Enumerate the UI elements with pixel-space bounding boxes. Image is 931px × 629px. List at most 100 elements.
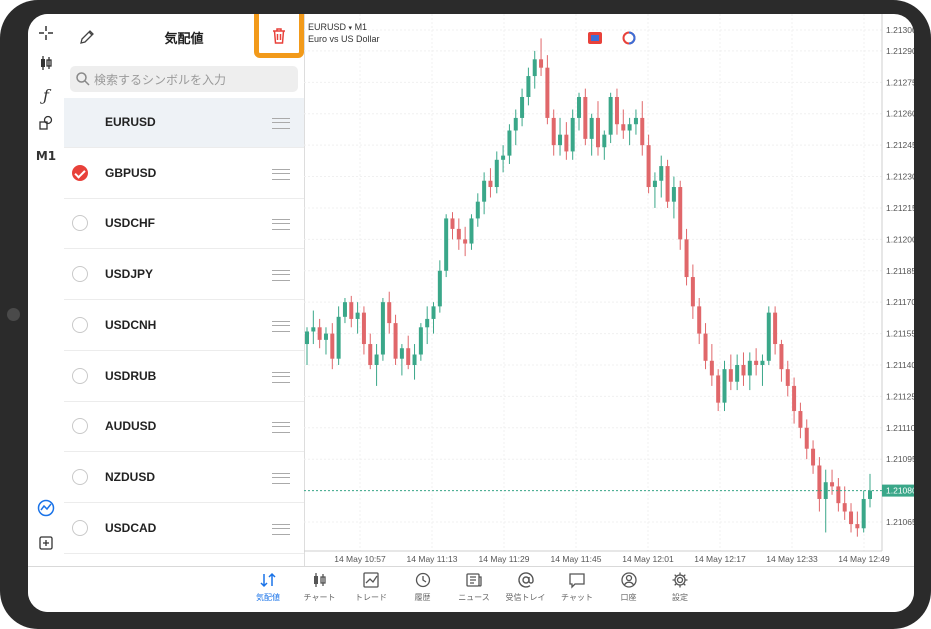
drag-handle-icon[interactable]	[272, 422, 290, 434]
mail-icon	[517, 572, 534, 588]
candle-body	[323, 333, 328, 340]
candle-body	[456, 228, 461, 240]
candlestick-icon[interactable]	[34, 55, 58, 77]
timeframe-button[interactable]: M1	[34, 145, 58, 167]
nav-item-mail[interactable]: 受信トレイ	[500, 571, 552, 603]
symbol-checkbox[interactable]	[72, 266, 88, 283]
candle-body	[811, 448, 816, 466]
nav-item-trade[interactable]: トレード	[345, 571, 397, 603]
candle-body	[621, 124, 626, 131]
candle-body	[735, 364, 740, 382]
nav-label: 履歴	[414, 593, 431, 602]
price-chart[interactable]: 1.21300 1.21290 1.21275 1.21260 1.21245 1.212…	[304, 14, 914, 566]
symbol-checkbox[interactable]	[72, 164, 88, 181]
nav-item-history[interactable]: 履歴	[397, 571, 449, 603]
symbol-row[interactable]: USDCAD	[64, 504, 304, 554]
drag-handle-icon[interactable]	[272, 320, 290, 332]
candle-body	[836, 486, 841, 504]
symbol-checkbox[interactable]	[72, 316, 88, 333]
candle-body	[336, 316, 341, 359]
symbol-row[interactable]: USDCHF	[64, 199, 304, 250]
drag-handle-icon[interactable]	[272, 371, 290, 383]
symbol-row[interactable]: AUDUSD	[64, 402, 304, 453]
one-click-trading-icon[interactable]	[588, 32, 602, 44]
nav-label: 気配値	[256, 593, 280, 602]
candle-body	[728, 369, 733, 382]
symbol-row[interactable]: USDCNH	[64, 301, 304, 351]
symbol-row[interactable]: EURUSD	[64, 98, 304, 148]
drag-handle-icon[interactable]	[272, 270, 290, 282]
drag-handle-icon[interactable]	[272, 168, 290, 180]
nav-item-news[interactable]: ニュース	[448, 571, 500, 603]
candle-body	[387, 302, 392, 324]
nav-label: トレード	[355, 593, 387, 602]
symbol-checkbox[interactable]	[72, 367, 88, 384]
candle-body	[507, 130, 512, 156]
candle-body	[595, 117, 600, 148]
symbol-checkbox[interactable]	[72, 215, 88, 232]
watchlist-header: 気配値	[64, 14, 304, 62]
time-tick-label: 14 May 12:01	[622, 554, 674, 564]
symbol-checkbox[interactable]	[72, 519, 88, 536]
indicator-icon[interactable]: ƒ	[34, 85, 58, 107]
candle-body	[766, 312, 771, 361]
nav-item-chart[interactable]: チャート	[294, 571, 346, 603]
symbol-row[interactable]: GBPUSD	[64, 149, 304, 199]
symbol-row[interactable]: USDJPY	[64, 250, 304, 301]
crosshair-icon[interactable]	[34, 25, 58, 47]
candle-body	[526, 76, 531, 97]
symbol-checkbox[interactable]	[72, 418, 88, 435]
candle-body	[393, 323, 398, 359]
signal-icon[interactable]	[622, 31, 636, 45]
trash-icon[interactable]	[271, 27, 287, 45]
drag-handle-icon[interactable]	[272, 118, 290, 129]
nav-item-chat[interactable]: チャット	[551, 571, 603, 603]
candle-body	[659, 166, 664, 181]
search-icon	[76, 72, 90, 86]
candle-body	[817, 465, 822, 499]
bottom-navigation: 気配値 チャート トレード 履歴 ニュース 受信トレイ チャット 口座 設定	[28, 566, 914, 612]
symbol-row[interactable]: NZDUSD	[64, 453, 304, 503]
candle-body	[589, 117, 594, 139]
search-input[interactable]: 検索するシンボルを入力	[70, 66, 298, 92]
symbol-name: NZDUSD	[105, 469, 155, 484]
nav-label: チャート	[303, 593, 336, 602]
chart-logo-icon[interactable]	[34, 499, 58, 521]
candle-body	[450, 218, 455, 229]
candle-body	[583, 96, 588, 139]
candle-body	[482, 180, 487, 202]
candle-body	[665, 166, 670, 202]
symbol-name: USDJPY	[105, 267, 154, 282]
time-tick-label: 14 May 11:29	[479, 554, 530, 564]
add-window-icon[interactable]	[34, 535, 58, 557]
watchlist-panel: 気配値 検索するシンボルを入力 EURUSD GBPUSD USDCHF USDJPY…	[64, 14, 305, 566]
candle-body	[690, 277, 695, 307]
nav-item-account[interactable]: 口座	[603, 571, 655, 603]
candle-body	[849, 511, 854, 525]
symbol-checkbox[interactable]	[72, 468, 88, 485]
price-tick-label: 1.21245	[886, 140, 914, 150]
candle-body	[861, 498, 866, 529]
chart-area[interactable]: 1.21300 1.21290 1.21275 1.21260 1.21245 1.212…	[304, 14, 914, 566]
candle-body	[722, 369, 727, 403]
news-icon	[466, 573, 482, 587]
drag-handle-icon[interactable]	[272, 219, 290, 231]
candle-body	[602, 134, 607, 148]
objects-icon[interactable]	[34, 115, 58, 137]
candle-body	[640, 117, 645, 146]
symbol-name: AUDUSD	[105, 419, 157, 434]
candle-body	[539, 59, 544, 68]
drag-handle-icon[interactable]	[272, 472, 290, 484]
app-screen: ƒ M1 気配値 検索するシンボルを入力 EURUSD GBPUSD USDCH…	[28, 14, 914, 612]
candle-body	[804, 427, 809, 449]
symbol-name: EURUSD	[105, 115, 156, 129]
candle-body	[545, 67, 550, 118]
drag-handle-icon[interactable]	[272, 523, 290, 535]
symbol-row[interactable]: USDRUB	[64, 352, 304, 402]
candle-body	[418, 327, 423, 355]
nav-item-settings[interactable]: 設定	[654, 571, 706, 603]
nav-item-quotes[interactable]: 気配値	[242, 571, 294, 603]
quotes-icon	[260, 572, 276, 588]
candle-body	[349, 302, 354, 319]
candle-body	[678, 187, 683, 240]
